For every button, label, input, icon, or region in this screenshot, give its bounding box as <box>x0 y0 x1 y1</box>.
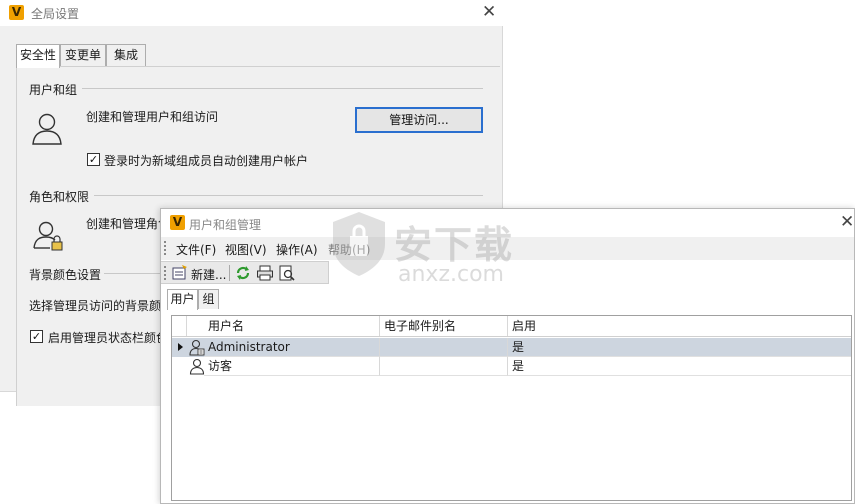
menu-file[interactable]: 文件(F) <box>176 241 216 258</box>
menu-bar: 文件(F) 视图(V) 操作(A) 帮助(H) <box>161 237 854 260</box>
cell-username: Administrator <box>204 338 380 357</box>
status-bar-color-checkbox-label: 启用管理员状态栏颜色 <box>48 331 169 345</box>
table-header: 用户名 电子邮件别名 启用 <box>172 316 851 337</box>
users-icon <box>32 113 62 145</box>
bg-color-section-title: 背景颜色设置 <box>29 268 102 282</box>
toolbar: 新建... <box>161 261 329 284</box>
new-button[interactable]: 新建... <box>191 266 226 283</box>
cell-enabled: 是 <box>508 338 851 357</box>
row-header-spacer <box>172 316 187 336</box>
print-icon[interactable] <box>256 264 274 282</box>
current-row-indicator-icon <box>178 343 183 351</box>
admin-user-icon <box>189 339 205 356</box>
auto-create-checkbox-label: 登录时为新域组成员自动创建用户帐户 <box>104 154 309 168</box>
user-group-manager-window: V 用户和组管理 ✕ 文件(F) 视图(V) 操作(A) 帮助(H) 新建... <box>160 208 855 504</box>
menubar-grip[interactable] <box>164 241 167 255</box>
roles-lock-icon <box>33 221 63 251</box>
new-user-icon[interactable] <box>171 264 189 282</box>
print-preview-icon[interactable] <box>278 264 296 282</box>
window-title: 全局设置 <box>31 7 80 21</box>
toolbar-grip[interactable] <box>164 266 167 280</box>
column-email-alias[interactable]: 电子邮件别名 <box>380 316 508 336</box>
table-row[interactable]: 访客 是 <box>172 357 851 376</box>
section-divider <box>94 195 483 196</box>
cell-email-alias <box>380 357 508 376</box>
global-settings-titlebar: V 全局设置 ✕ <box>0 0 503 26</box>
auto-create-checkbox[interactable]: ✓ <box>87 153 100 166</box>
users-section-description: 创建和管理用户和组访问 <box>86 110 219 124</box>
tab-change-order[interactable]: 变更单 <box>60 44 106 67</box>
roles-section-title: 角色和权限 <box>29 190 90 204</box>
close-icon[interactable]: ✕ <box>840 212 854 232</box>
column-username[interactable]: 用户名 <box>204 316 380 336</box>
users-section-title: 用户和组 <box>29 83 78 97</box>
section-divider <box>82 88 483 89</box>
cell-email-alias <box>380 338 508 357</box>
app-logo-icon: V <box>9 5 24 20</box>
tab-integration[interactable]: 集成 <box>106 44 146 67</box>
manage-access-button[interactable]: 管理访问... <box>355 107 483 133</box>
roles-section-description: 创建和管理角色 <box>86 217 171 231</box>
column-enabled[interactable]: 启用 <box>508 316 851 336</box>
tab-groups[interactable]: 组 <box>198 289 219 309</box>
window-title: 用户和组管理 <box>189 218 262 232</box>
close-icon[interactable]: ✕ <box>482 2 496 22</box>
tab-security[interactable]: 安全性 <box>16 44 60 68</box>
app-logo-icon: V <box>170 215 185 230</box>
cell-username: 访客 <box>204 357 380 376</box>
tab-users[interactable]: 用户 <box>167 289 198 310</box>
menu-view[interactable]: 视图(V) <box>225 241 267 258</box>
section-divider <box>104 273 160 274</box>
menu-action[interactable]: 操作(A) <box>276 241 318 258</box>
menu-help[interactable]: 帮助(H) <box>328 241 370 258</box>
table-row[interactable]: Administrator 是 <box>172 338 851 357</box>
user-icon <box>189 358 205 375</box>
user-group-manager-titlebar: V 用户和组管理 ✕ <box>161 209 854 237</box>
bg-color-description: 选择管理员访问的背景颜色 <box>29 299 174 313</box>
refresh-icon[interactable] <box>234 264 252 282</box>
toolbar-separator <box>229 265 230 281</box>
cell-enabled: 是 <box>508 357 851 376</box>
users-table: 用户名 电子邮件别名 启用 Administrator 是 访客 是 <box>171 315 852 501</box>
status-bar-color-checkbox[interactable]: ✓ <box>30 330 43 343</box>
